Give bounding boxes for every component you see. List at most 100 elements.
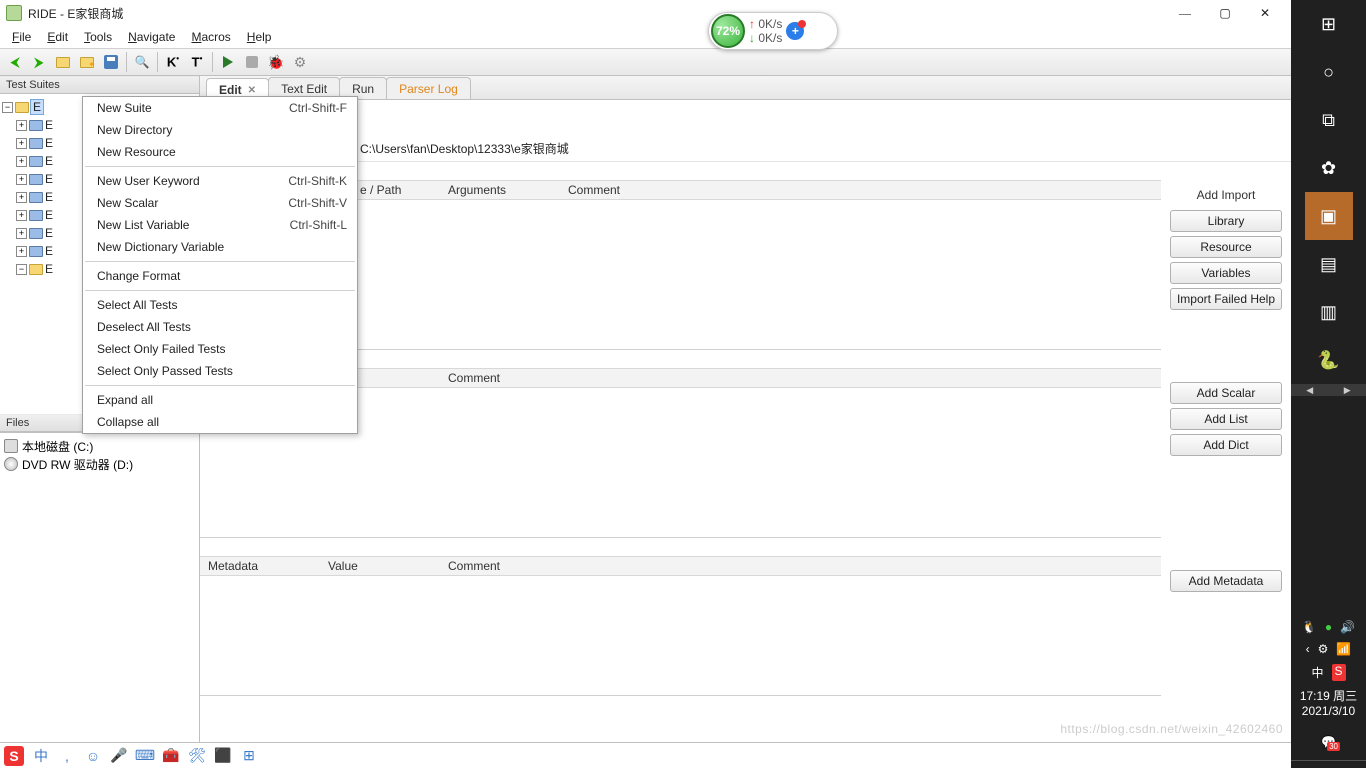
menu-item-collapse-all[interactable]: Collapse all (83, 411, 357, 433)
editor-tabs: Edit✕Text EditRunParser Log (200, 76, 1291, 100)
search-button[interactable]: 🔍 (131, 51, 153, 73)
tray-row-1[interactable]: 🐧 ● 🔊 (1302, 616, 1355, 638)
menu-item-new-list-variable[interactable]: New List VariableCtrl-Shift-L (83, 214, 357, 236)
open-button[interactable] (52, 51, 74, 73)
maximize-button[interactable]: ▢ (1205, 0, 1245, 26)
debug-button[interactable]: 🐞 (265, 51, 287, 73)
ime-button[interactable]: 🛠 (188, 747, 206, 765)
run-button[interactable] (217, 51, 239, 73)
expand-icon[interactable]: + (16, 120, 27, 131)
ime-button[interactable]: ☺ (84, 747, 102, 765)
resource-button[interactable]: Resource (1170, 236, 1282, 258)
file-row[interactable]: 本地磁盘 (C:) (4, 437, 195, 455)
metadata-grid[interactable] (200, 576, 1161, 696)
net-speeds: 0K/s 0K/s (749, 17, 782, 46)
menu-item-expand-all[interactable]: Expand all (83, 389, 357, 411)
expand-icon[interactable]: + (16, 210, 27, 221)
menu-item-select-all-tests[interactable]: Select All Tests (83, 294, 357, 316)
tray-icon[interactable]: ‹ (1306, 642, 1310, 656)
clock-time: 17:19 周三 (1300, 689, 1357, 705)
variables-button[interactable]: Variables (1170, 262, 1282, 284)
files-panel[interactable]: 本地磁盘 (C:)DVD RW 驱动器 (D:) (0, 432, 199, 742)
keyword-button[interactable]: K• (162, 51, 184, 73)
taskbar-app[interactable]: ▣ (1305, 192, 1353, 240)
taskbar-app[interactable]: ✿ (1305, 144, 1353, 192)
expand-icon[interactable]: + (16, 228, 27, 239)
ime-button[interactable]: 中 (32, 747, 50, 765)
bug-icon: 🐞 (267, 54, 284, 71)
back-button[interactable]: ⮜ (4, 51, 26, 73)
close-icon[interactable]: ✕ (248, 85, 256, 96)
tray-row-2[interactable]: ‹ ⚙ 📶 (1306, 638, 1352, 660)
ime-button[interactable]: , (58, 747, 76, 765)
expand-icon[interactable]: + (16, 156, 27, 167)
menu-item-new-suite[interactable]: New SuiteCtrl-Shift-F (83, 97, 357, 119)
menu-macros[interactable]: Macros (183, 28, 238, 46)
collapse-icon[interactable]: − (2, 102, 13, 113)
import-failed-help-button[interactable]: Import Failed Help (1170, 288, 1282, 310)
taskbar-app[interactable]: ▤ (1305, 240, 1353, 288)
ime-indicator[interactable]: 中 (1311, 664, 1323, 681)
testcase-button[interactable]: T• (186, 51, 208, 73)
taskbar-app[interactable]: 🐍 (1305, 336, 1353, 384)
tray-icon[interactable]: ● (1325, 620, 1332, 634)
taskbar-app[interactable]: ▥ (1305, 288, 1353, 336)
ime-button[interactable]: 🧰 (162, 747, 180, 765)
menu-item-new-resource[interactable]: New Resource (83, 141, 357, 163)
stop-button[interactable] (241, 51, 263, 73)
menu-edit[interactable]: Edit (39, 28, 76, 46)
ime-button[interactable]: S (4, 746, 24, 766)
taskbar-app[interactable]: ⊞ (1305, 0, 1353, 48)
taskbar-app[interactable]: ⧉ (1305, 96, 1353, 144)
volume-icon[interactable]: 🔊 (1340, 620, 1355, 634)
save-button[interactable] (100, 51, 122, 73)
expand-icon[interactable]: + (16, 246, 27, 257)
menu-item-deselect-all-tests[interactable]: Deselect All Tests (83, 316, 357, 338)
show-desktop-button[interactable] (1291, 760, 1366, 768)
menu-navigate[interactable]: Navigate (120, 28, 183, 46)
expand-icon[interactable]: + (16, 192, 27, 203)
menu-item-new-dictionary-variable[interactable]: New Dictionary Variable (83, 236, 357, 258)
notifications-button[interactable]: 💬30 (1305, 724, 1353, 760)
taskbar-scroll[interactable]: ◀▶ (1291, 384, 1366, 396)
menu-item-change-format[interactable]: Change Format (83, 265, 357, 287)
menu-item-select-only-passed-tests[interactable]: Select Only Passed Tests (83, 360, 357, 382)
add-dict-button[interactable]: Add Dict (1170, 434, 1282, 456)
taskbar-app[interactable]: ○ (1305, 48, 1353, 96)
minimize-button[interactable]: — (1165, 0, 1205, 26)
file-row[interactable]: DVD RW 驱动器 (D:) (4, 455, 195, 473)
add-scalar-button[interactable]: Add Scalar (1170, 382, 1282, 404)
vars-col-comment: Comment (440, 369, 560, 387)
menu-file[interactable]: File (4, 28, 39, 46)
network-widget[interactable]: 72% 0K/s 0K/s + (708, 12, 838, 50)
ime-s-icon[interactable]: S (1332, 664, 1346, 681)
menu-help[interactable]: Help (239, 28, 280, 46)
expand-icon[interactable]: + (16, 138, 27, 149)
gauge-value: 72% (716, 24, 740, 38)
library-button[interactable]: Library (1170, 210, 1282, 232)
ime-button[interactable]: 🎤 (110, 747, 128, 765)
menu-item-new-user-keyword[interactable]: New User KeywordCtrl-Shift-K (83, 170, 357, 192)
menu-tools[interactable]: Tools (76, 28, 120, 46)
collapse-icon[interactable]: − (16, 264, 27, 275)
wifi-icon[interactable]: 📶 (1336, 642, 1351, 656)
expand-icon[interactable]: + (16, 174, 27, 185)
forward-button[interactable]: ⮞ (28, 51, 50, 73)
tab-parser-log[interactable]: Parser Log (386, 77, 471, 99)
ime-button[interactable]: ⌨ (136, 747, 154, 765)
settings-button[interactable]: ⚙ (289, 51, 311, 73)
menu-item-select-only-failed-tests[interactable]: Select Only Failed Tests (83, 338, 357, 360)
tray-row-3[interactable]: 中 S (1311, 660, 1345, 685)
expand-widget-button[interactable]: + (786, 22, 804, 40)
menu-item-new-scalar[interactable]: New ScalarCtrl-Shift-V (83, 192, 357, 214)
add-list-button[interactable]: Add List (1170, 408, 1282, 430)
close-button[interactable]: ✕ (1245, 0, 1285, 26)
ime-button[interactable]: ⬛ (214, 747, 232, 765)
tray-icon[interactable]: 🐧 (1302, 620, 1317, 634)
ime-button[interactable]: ⊞ (240, 747, 258, 765)
add-metadata-button[interactable]: Add Metadata (1170, 570, 1282, 592)
taskbar-clock[interactable]: 17:19 周三 2021/3/10 (1300, 685, 1357, 724)
tray-icon[interactable]: ⚙ (1318, 642, 1329, 656)
open-dir-button[interactable] (76, 51, 98, 73)
menu-item-new-directory[interactable]: New Directory (83, 119, 357, 141)
